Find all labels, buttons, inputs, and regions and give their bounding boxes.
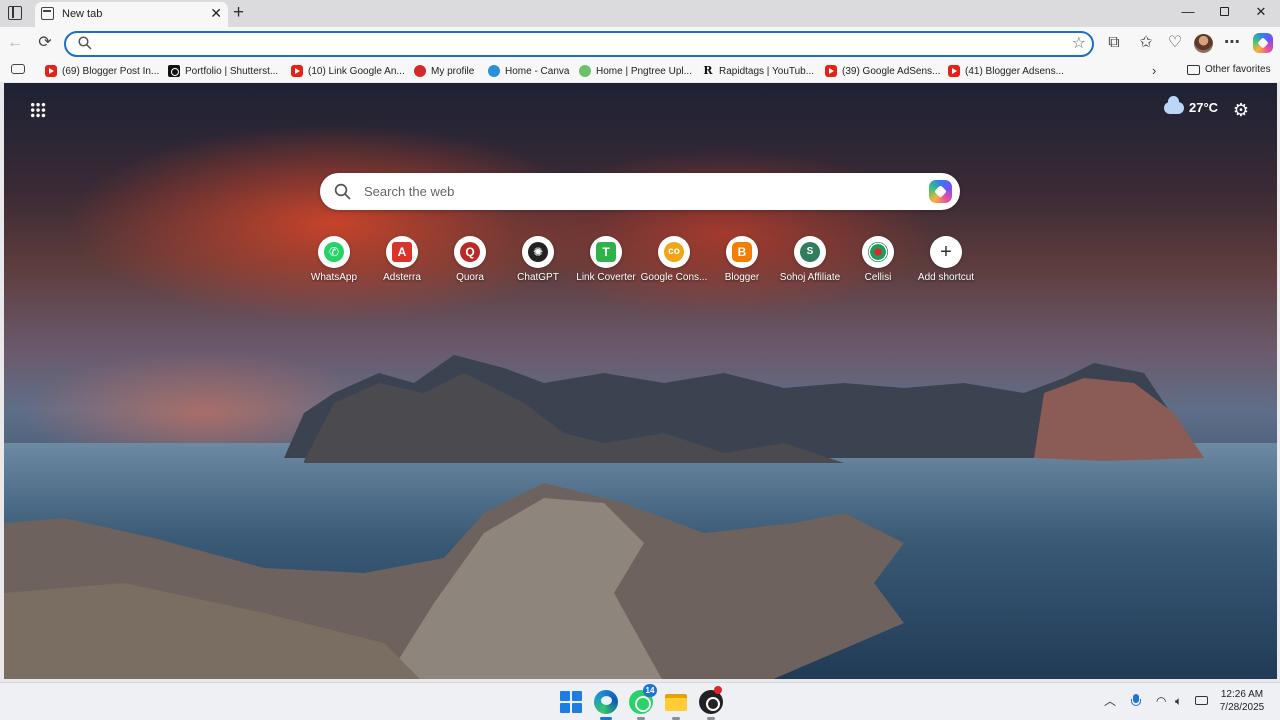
new-tab-button[interactable]: + [233,3,244,22]
folder-icon [1187,64,1200,75]
search-input[interactable] [364,173,904,210]
microphone-icon[interactable] [1131,694,1141,708]
taskbar: 14 ︿ ◠ 🔈︎ 12:26 AM 7/28/2025 [0,682,1280,720]
copilot-icon[interactable] [1253,33,1273,53]
shortcut-blogger[interactable]: B Blogger [708,236,776,286]
minimize-button[interactable]: — [1178,4,1198,20]
tab-title: New tab [62,8,103,20]
clock-date: 7/28/2025 [1219,702,1265,713]
wifi-icon[interactable]: ◠ [1156,693,1166,709]
whatsapp-taskbar-icon[interactable]: 14 [629,684,657,720]
new-tab-favicon-icon [41,7,54,20]
shortcut-sohoj-affiliate[interactable]: S Sohoj Affiliate [776,236,844,286]
canva-icon [488,65,500,77]
windows-start-icon[interactable] [559,690,583,714]
plus-icon: + [940,241,952,263]
whatsapp-icon: ✆ [324,242,344,262]
google-console-icon: co [664,242,684,262]
shortcut-link-coverter[interactable]: T Link Coverter [572,236,640,286]
shortcut-google-console[interactable]: co Google Cons... [640,236,708,286]
adsterra-icon: A [392,242,412,262]
weather-widget[interactable]: 27°C [1164,95,1219,115]
gear-icon[interactable]: ⚙ [1231,100,1251,120]
shortcut-whatsapp[interactable]: ✆ WhatsApp [300,236,368,286]
youtube-icon [291,65,303,77]
weather-temperature: 27°C [1189,100,1219,115]
link-coverter-icon: T [596,242,616,262]
chevron-right-icon[interactable]: › [1152,63,1156,78]
bookmark-item[interactable]: (69) Blogger Post In... [45,63,159,79]
chatgpt-icon: ✺ [528,242,548,262]
youtube-icon [948,65,960,77]
chevron-up-icon[interactable]: ︿ [1104,693,1116,709]
bookmark-item[interactable]: (41) Blogger Adsens... [948,63,1064,79]
bookmark-item[interactable]: Portfolio | Shutterst... [168,63,278,79]
shutterstock-icon [168,65,180,77]
bookmark-item[interactable]: Home - Canva [488,63,569,79]
cloud-icon [1164,95,1184,114]
profile-avatar[interactable] [1194,34,1213,53]
tab-actions-icon[interactable] [8,6,22,20]
pngtree-icon [579,65,591,77]
back-arrow-icon[interactable]: ← [5,33,25,53]
shortcut-adsterra[interactable]: A Adsterra [368,236,436,286]
search-icon [334,183,351,200]
volume-icon[interactable]: 🔈︎ [1175,693,1182,709]
favorites-bar: (69) Blogger Post In... Portfolio | Shut… [0,60,1280,82]
other-favorites[interactable]: Other favorites [1187,64,1271,75]
sohoj-affiliate-icon: S [800,242,820,262]
cellisi-icon [868,242,888,262]
favorites-bar-menu-icon[interactable] [11,64,25,74]
favorite-star-icon[interactable]: ☆ [1072,35,1086,53]
battery-icon[interactable] [1195,696,1208,705]
apps-launcher-icon[interactable] [30,102,46,118]
rapidtags-icon: R [703,64,713,77]
blogger-icon: B [732,242,752,262]
reload-icon[interactable]: ⟳ [35,33,55,53]
youtube-icon [45,65,57,77]
web-search-box[interactable] [320,173,960,210]
edge-browser-icon[interactable] [594,690,618,720]
add-shortcut-button[interactable]: + Add shortcut [912,236,980,286]
extensions-icon[interactable]: ⧉ [1104,33,1124,53]
close-tab-icon[interactable]: ✕ [210,6,222,20]
favorites-icon[interactable]: ✩ [1136,33,1156,53]
clock-time: 12:26 AM [1220,689,1264,700]
browser-essentials-icon[interactable]: ♡ [1165,33,1185,53]
youtube-icon [825,65,837,77]
maximize-button[interactable] [1214,4,1234,20]
notification-badge: 14 [643,684,657,697]
search-icon [78,36,92,50]
shortcut-quora[interactable]: Q Quora [436,236,504,286]
title-bar: New tab ✕ + — ✕ [0,0,1280,27]
tab-new-tab[interactable]: New tab ✕ [35,2,228,27]
shortcut-cellisi[interactable]: Cellisi [844,236,912,286]
close-window-button[interactable]: ✕ [1251,4,1271,20]
profile-icon [414,65,426,77]
chatgpt-taskbar-icon[interactable] [699,686,723,720]
bookmark-item[interactable]: Home | Pngtree Upl... [579,63,692,79]
file-explorer-icon[interactable] [664,690,688,720]
system-clock[interactable]: 12:26 AM 7/28/2025 [1214,688,1270,714]
bookmark-item[interactable]: R Rapidtags | YouTub... [702,63,814,79]
copilot-icon[interactable] [929,180,952,203]
quora-icon: Q [460,242,480,262]
bookmark-item[interactable]: My profile [414,63,474,79]
bookmark-item[interactable]: (10) Link Google An... [291,63,405,79]
more-options-icon[interactable]: ⋯ [1222,33,1242,53]
background-landscape [4,355,1204,679]
address-bar[interactable]: ☆ [64,31,1094,57]
shortcut-chatgpt[interactable]: ✺ ChatGPT [504,236,572,286]
bookmark-item[interactable]: (39) Google AdSens... [825,63,940,79]
browser-toolbar: ← ⟳ ☆ ⧉ ✩ ♡ ⋯ [0,27,1280,60]
new-tab-page: 27°C ⚙ ✆ WhatsApp A Adsterra Q Quora ✺ C… [4,83,1277,679]
